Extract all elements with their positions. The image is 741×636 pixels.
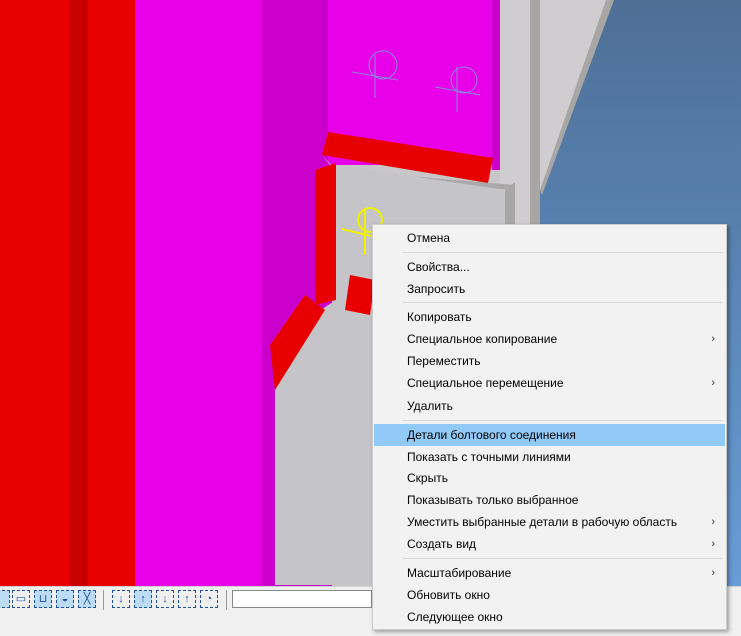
menu-separator — [403, 252, 722, 253]
menu-item[interactable]: Скрыть — [374, 467, 725, 489]
menu-item-label: Отмена — [407, 231, 451, 245]
menu-item[interactable]: Обновить окно — [374, 584, 725, 606]
select-line-button[interactable]: ╳ — [78, 590, 96, 608]
menu-separator — [403, 420, 722, 421]
assembly-down-button[interactable]: ↓ — [156, 590, 174, 608]
menu-item-label: Показать с точными линиями — [407, 450, 571, 464]
menu-item[interactable]: Специальное перемещение › — [374, 372, 725, 394]
menu-item[interactable]: Отмена — [374, 227, 725, 249]
menu-item-label: Копировать — [407, 310, 472, 324]
menu-item[interactable]: Свойства... — [374, 256, 725, 278]
menu-separator — [403, 558, 722, 559]
toolbar-button[interactable] — [0, 590, 10, 608]
menu-item[interactable]: Следующее окно — [374, 606, 725, 628]
menu-item-label: Специальное перемещение — [407, 376, 564, 390]
menu-item-label: Обновить окно — [407, 588, 490, 602]
menu-item-label: Скрыть — [407, 471, 448, 485]
select-down-button[interactable]: ↓ — [112, 590, 130, 608]
menu-item-label: Показывать только выбранное — [407, 493, 579, 507]
menu-item-label: Удалить — [407, 399, 453, 413]
menu-item-label: Следующее окно — [407, 610, 503, 624]
menu-item[interactable]: Масштабирование › — [374, 562, 725, 584]
chevron-right-icon: › — [711, 538, 715, 550]
menu-separator — [403, 302, 722, 303]
menu-item[interactable]: Уместить выбранные детали в рабочую обла… — [374, 511, 725, 533]
menu-item-label: Переместить — [407, 354, 481, 368]
menu-item-label: Специальное копирование — [407, 332, 558, 346]
menu-item-label: Масштабирование — [407, 566, 512, 580]
chevron-right-icon: › — [711, 333, 715, 345]
context-menu: Отмена Свойства... Запросить Копировать Спец… — [372, 224, 727, 630]
menu-item-label: Уместить выбранные детали в рабочую обла… — [407, 515, 678, 529]
menu-item[interactable]: Создать вид › — [374, 533, 725, 555]
red-column — [0, 0, 135, 590]
menu-item-label: Запросить — [407, 282, 466, 296]
menu-item[interactable]: Показывать только выбранное — [374, 489, 725, 511]
chevron-right-icon: › — [711, 516, 715, 528]
menu-item[interactable]: Переместить — [374, 350, 725, 372]
menu-item[interactable]: Детали болтового соединения — [374, 424, 725, 446]
select-weld-button[interactable]: ◒ — [56, 590, 74, 608]
menu-item[interactable]: Удалить — [374, 395, 725, 417]
select-up-button[interactable]: ↑ — [134, 590, 152, 608]
menu-item[interactable]: Показать с точными линиями — [374, 446, 725, 468]
plane-button[interactable]: ◔ — [200, 590, 218, 608]
weld-side — [315, 163, 336, 305]
chevron-right-icon: › — [711, 377, 715, 389]
part-snap-button[interactable]: ▭ — [12, 590, 30, 608]
menu-item[interactable]: Запросить — [374, 278, 725, 300]
menu-item-label: Детали болтового соединения — [407, 428, 576, 442]
magenta-column — [135, 0, 270, 590]
command-input[interactable] — [232, 590, 372, 608]
chevron-right-icon: › — [711, 567, 715, 579]
menu-item[interactable]: Специальное копирование › — [374, 328, 725, 350]
assembly-up-button[interactable]: ↑ — [178, 590, 196, 608]
menu-item[interactable]: Копировать — [374, 306, 725, 328]
select-profile-button[interactable]: ⊔ — [34, 590, 52, 608]
menu-item-label: Свойства... — [407, 260, 470, 274]
menu-item-label: Создать вид — [407, 537, 477, 551]
